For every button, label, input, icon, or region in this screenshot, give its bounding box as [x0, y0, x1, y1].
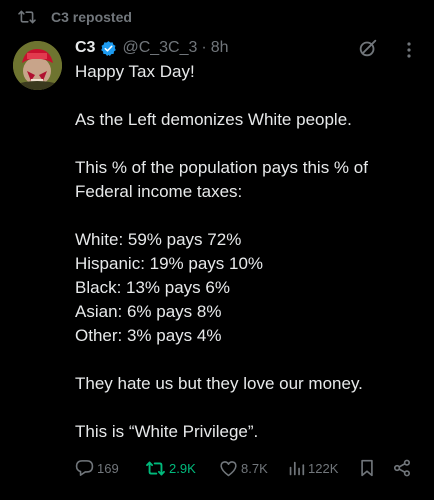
share-button[interactable] — [393, 458, 411, 478]
share-icon — [393, 459, 411, 477]
more-icon[interactable] — [399, 40, 419, 60]
views-icon — [288, 460, 305, 477]
post-line: Black: 13% pays 6% — [75, 278, 230, 297]
reply-icon — [75, 459, 94, 477]
post-line-gap — [75, 348, 425, 372]
author-handle[interactable]: @C_3C_3 — [122, 39, 197, 57]
post-time[interactable]: 8h — [211, 39, 229, 57]
views-button[interactable]: 122K — [288, 458, 338, 478]
reply-button[interactable]: 169 — [75, 458, 119, 478]
reply-count: 169 — [97, 460, 119, 476]
post-line: Other: 3% pays 4% — [75, 326, 222, 345]
repost-icon — [17, 8, 39, 26]
post-text: Happy Tax Day! As the Left demonizes Whi… — [75, 60, 425, 444]
bookmark-icon — [359, 459, 375, 477]
post-line: They hate us but they love our money. — [75, 374, 363, 393]
post-line-gap — [75, 204, 425, 228]
bookmark-button[interactable] — [359, 458, 375, 478]
like-count: 8.7K — [241, 460, 268, 476]
repost-banner[interactable]: C3 reposted — [17, 6, 132, 28]
post-line: White: 59% pays 72% — [75, 230, 242, 249]
post-line: Asian: 6% pays 8% — [75, 302, 222, 321]
views-count: 122K — [308, 460, 339, 476]
verified-badge-icon — [100, 40, 117, 57]
avatar-image — [13, 41, 62, 90]
repost-banner-text: C3 reposted — [51, 9, 132, 25]
post-line: Hispanic: 19% pays 10% — [75, 254, 264, 273]
repost-button[interactable]: 2.9K — [145, 458, 196, 478]
avatar[interactable] — [13, 41, 62, 90]
post-line: This % of the population pays this % of — [75, 158, 368, 177]
separator-dot: · — [201, 39, 207, 56]
like-button[interactable]: 8.7K — [219, 458, 268, 478]
post-line-gap — [75, 396, 425, 420]
repost-icon — [145, 460, 166, 477]
repost-count: 2.9K — [169, 460, 196, 476]
post-header: C3 @C_3C_3 · 8h — [75, 37, 229, 59]
post-line: Happy Tax Day! — [75, 62, 195, 81]
post-line-gap — [75, 132, 425, 156]
grok-icon[interactable] — [357, 37, 379, 59]
author-name[interactable]: C3 — [75, 39, 95, 57]
action-bar: 169 2.9K 8.7K 122K — [75, 458, 420, 478]
post-line: Federal income taxes: — [75, 182, 243, 201]
post-line: As the Left demonizes White people. — [75, 110, 352, 129]
post-line: This is “White Privilege”. — [75, 422, 259, 441]
post-line-gap — [75, 84, 425, 108]
heart-icon — [219, 460, 238, 477]
